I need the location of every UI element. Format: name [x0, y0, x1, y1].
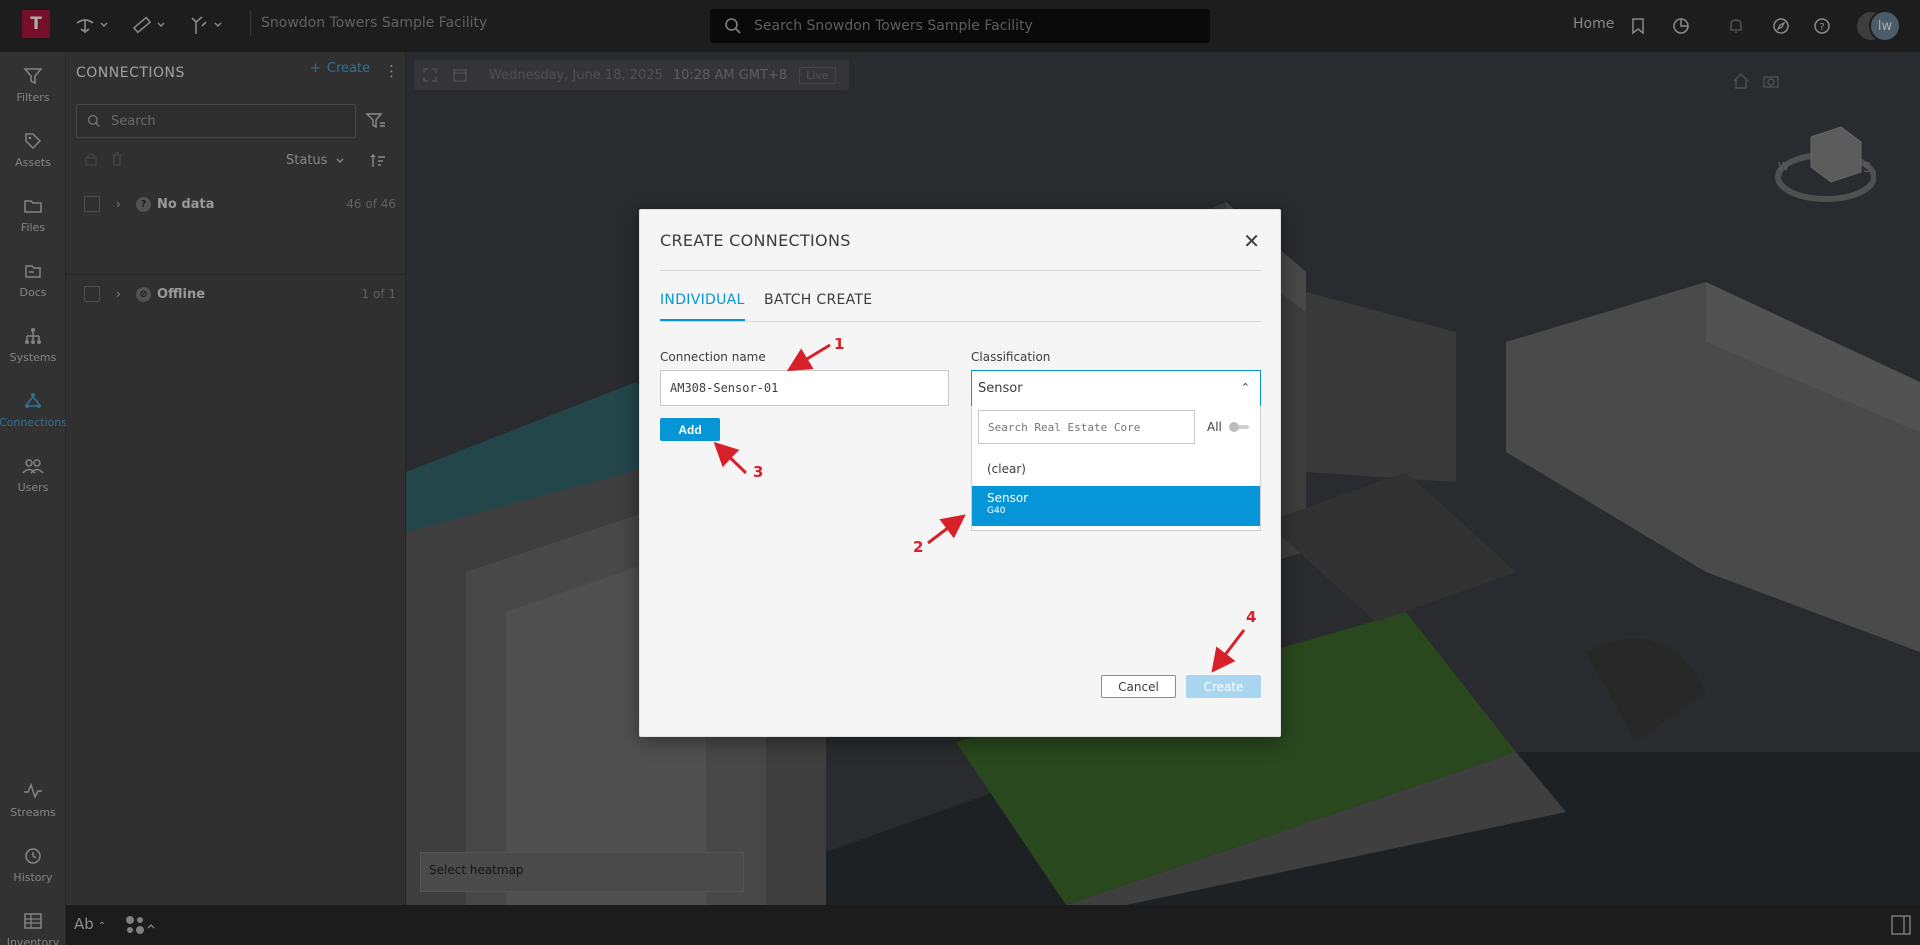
- option-sub: G40: [987, 506, 1006, 516]
- tab-individual[interactable]: INDIVIDUAL: [660, 281, 745, 321]
- all-label: All: [1207, 420, 1222, 434]
- dropdown-search-input[interactable]: [978, 410, 1195, 444]
- chevron-up-icon: ⌃: [1240, 381, 1250, 394]
- annotation-label: 3: [753, 463, 764, 481]
- annotation-label: 1: [834, 335, 845, 353]
- create-connections-dialog: CREATE CONNECTIONS ✕ INDIVIDUAL BATCH CR…: [639, 209, 1281, 737]
- tab-batch-create[interactable]: BATCH CREATE: [764, 281, 872, 321]
- classification-value: Sensor: [978, 381, 1023, 396]
- dropdown-option-clear[interactable]: (clear): [972, 456, 1260, 484]
- close-icon[interactable]: ✕: [1243, 229, 1260, 253]
- create-button[interactable]: Create: [1186, 675, 1261, 698]
- all-toggle[interactable]: [1229, 422, 1251, 432]
- cancel-button[interactable]: Cancel: [1101, 675, 1176, 698]
- divider: [660, 270, 1262, 271]
- annotation-label: 4: [1246, 608, 1257, 626]
- add-button[interactable]: Add: [660, 418, 720, 441]
- classification-select[interactable]: Sensor ⌃: [971, 370, 1261, 406]
- classification-dropdown: All (clear) Sensor G40: [971, 406, 1261, 531]
- connection-name-input[interactable]: [660, 370, 949, 406]
- classification-label: Classification: [971, 350, 1051, 364]
- annotation-label: 2: [913, 538, 924, 556]
- connection-name-label: Connection name: [660, 350, 766, 364]
- dialog-title: CREATE CONNECTIONS: [660, 231, 851, 250]
- dropdown-option-sensor[interactable]: Sensor G40: [972, 486, 1260, 526]
- tabs-divider: [660, 321, 1262, 322]
- option-label: Sensor: [987, 491, 1029, 505]
